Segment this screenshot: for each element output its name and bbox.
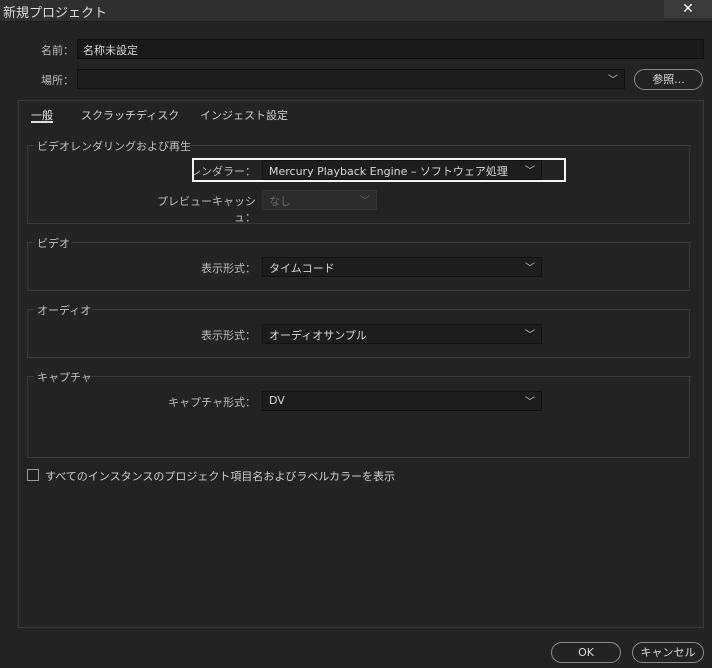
project-name-field[interactable]: 名称未設定 (77, 39, 704, 59)
browse-button-label: 参照... (652, 73, 685, 86)
cancel-button[interactable]: キャンセル (632, 642, 704, 663)
renderer-highlight-box (192, 158, 566, 182)
capture-group-title: キャプチャ (37, 371, 92, 384)
video-rendering-group-title: ビデオレンダリングおよび再生 (37, 140, 191, 153)
chevron-down-icon: ﹀ (525, 263, 535, 274)
location-label: 場所： (41, 74, 74, 87)
preview-cache-dropdown: なし ﹀ (262, 190, 377, 210)
preview-cache-label: プレビューキャッシュ： (157, 195, 256, 224)
location-dropdown[interactable]: ﹀ (77, 69, 625, 89)
ok-button[interactable]: OK (551, 642, 621, 663)
video-display-format-dropdown[interactable]: タイムコード ﹀ (262, 257, 542, 277)
name-label: 名前： (41, 44, 74, 57)
capture-format-label: キャプチャ形式： (168, 396, 256, 409)
chevron-down-icon: ﹀ (608, 75, 618, 86)
video-display-format-label: 表示形式： (201, 262, 256, 275)
video-rendering-group (27, 145, 691, 224)
capture-group (27, 376, 691, 458)
show-labels-checkbox[interactable] (27, 469, 39, 481)
chevron-down-icon: ﹀ (525, 397, 535, 408)
project-name-value: 名称未設定 (83, 44, 138, 57)
video-group-title: ビデオ (37, 237, 70, 250)
capture-format-value: DV (269, 394, 285, 407)
close-icon: ✕ (682, 1, 694, 17)
audio-group-title: オーディオ (37, 304, 92, 317)
ok-button-label: OK (578, 646, 594, 659)
active-tab-indicator (31, 121, 53, 123)
video-display-format-value: タイムコード (269, 262, 335, 275)
show-labels-checkbox-label[interactable]: すべてのインスタンスのプロジェクト項目名およびラベルカラーを表示 (45, 468, 395, 484)
preview-cache-value: なし (269, 195, 291, 208)
capture-format-dropdown[interactable]: DV ﹀ (262, 391, 542, 411)
chevron-down-icon: ﹀ (360, 196, 370, 207)
audio-display-format-value: オーディオサンプル (269, 329, 367, 342)
cancel-button-label: キャンセル (640, 646, 696, 659)
tab-ingest-settings[interactable]: インジェスト設定 (200, 107, 288, 123)
tab-scratch-disks[interactable]: スクラッチディスク (81, 107, 179, 123)
chevron-down-icon: ﹀ (525, 330, 535, 341)
dialog-title: 新規プロジェクト (3, 6, 108, 21)
audio-display-format-label: 表示形式： (201, 329, 256, 342)
audio-display-format-dropdown[interactable]: オーディオサンプル ﹀ (262, 324, 542, 344)
close-button[interactable]: ✕ (664, 0, 712, 18)
browse-button[interactable]: 参照... (634, 69, 703, 90)
title-bar: 新規プロジェクト ✕ (0, 0, 712, 22)
